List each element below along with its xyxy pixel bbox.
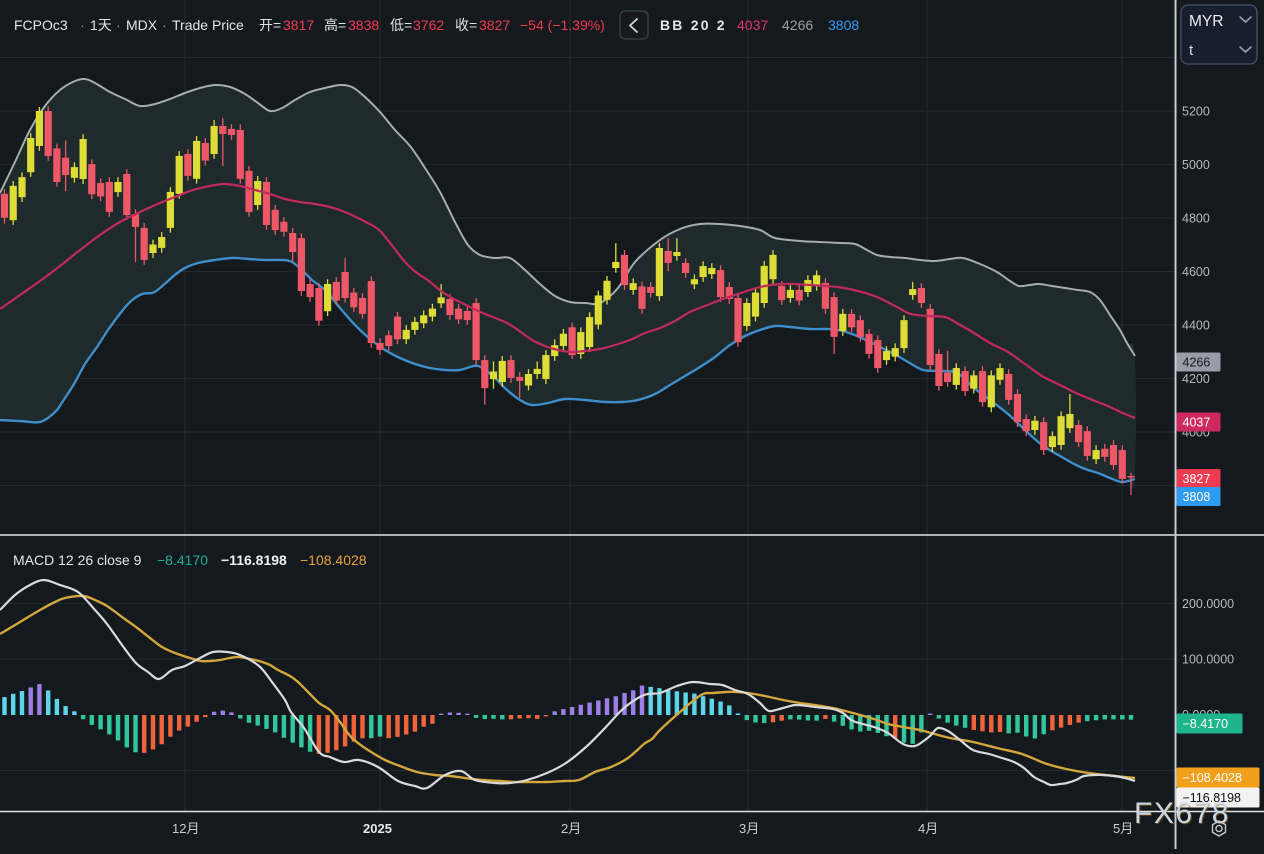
svg-text:−8.4170: −8.4170 [1183, 717, 1229, 731]
svg-text:3808: 3808 [828, 17, 859, 33]
svg-text:−108.4028: −108.4028 [1183, 771, 1242, 785]
svg-text:5200: 5200 [1182, 105, 1210, 119]
svg-text:3808: 3808 [1183, 490, 1211, 504]
svg-text:BB 20 2: BB 20 2 [660, 17, 727, 33]
svg-text:12月: 12月 [172, 821, 199, 836]
svg-text:低=: 低= [390, 17, 412, 33]
svg-text:3月: 3月 [739, 821, 759, 836]
svg-text:·: · [80, 17, 85, 33]
svg-text:100.0000: 100.0000 [1182, 653, 1234, 667]
svg-text:MDX: MDX [126, 17, 158, 33]
svg-text:3838: 3838 [348, 17, 379, 33]
svg-text:FX678: FX678 [1134, 797, 1230, 830]
svg-text:收=: 收= [455, 17, 477, 33]
svg-text:MYR: MYR [1189, 13, 1223, 30]
svg-text:4800: 4800 [1182, 212, 1210, 226]
svg-text:200.0000: 200.0000 [1182, 597, 1234, 611]
svg-text:4200: 4200 [1182, 372, 1210, 386]
svg-text:−116.8198: −116.8198 [221, 552, 287, 568]
svg-text:4266: 4266 [1183, 356, 1211, 370]
svg-text:5月: 5月 [1113, 821, 1133, 836]
svg-text:开=: 开= [259, 17, 281, 33]
svg-text:4037: 4037 [1183, 416, 1211, 430]
svg-text:2025: 2025 [363, 821, 392, 836]
svg-text:4月: 4月 [918, 821, 938, 836]
svg-text:4266: 4266 [782, 17, 813, 33]
svg-text:FCPOc3: FCPOc3 [14, 17, 68, 33]
svg-text:5000: 5000 [1182, 158, 1210, 172]
svg-text:2月: 2月 [561, 821, 581, 836]
svg-text:−8.4170: −8.4170 [157, 552, 208, 568]
svg-text:3827: 3827 [479, 17, 510, 33]
svg-text:·: · [162, 17, 167, 33]
svg-text:高=: 高= [324, 17, 346, 33]
svg-text:·: · [116, 17, 121, 33]
svg-text:4400: 4400 [1182, 319, 1210, 333]
svg-text:−108.4028: −108.4028 [300, 552, 367, 568]
svg-text:3827: 3827 [1183, 472, 1211, 486]
svg-text:3817: 3817 [283, 17, 314, 33]
svg-text:4600: 4600 [1182, 265, 1210, 279]
svg-text:MACD 12 26 close 9: MACD 12 26 close 9 [13, 552, 142, 568]
svg-text:3762: 3762 [413, 17, 444, 33]
svg-text:1天: 1天 [90, 17, 112, 33]
svg-text:Trade Price: Trade Price [172, 17, 244, 33]
svg-text:4037: 4037 [737, 17, 768, 33]
svg-text:−54 (−1.39%): −54 (−1.39%) [520, 17, 605, 33]
